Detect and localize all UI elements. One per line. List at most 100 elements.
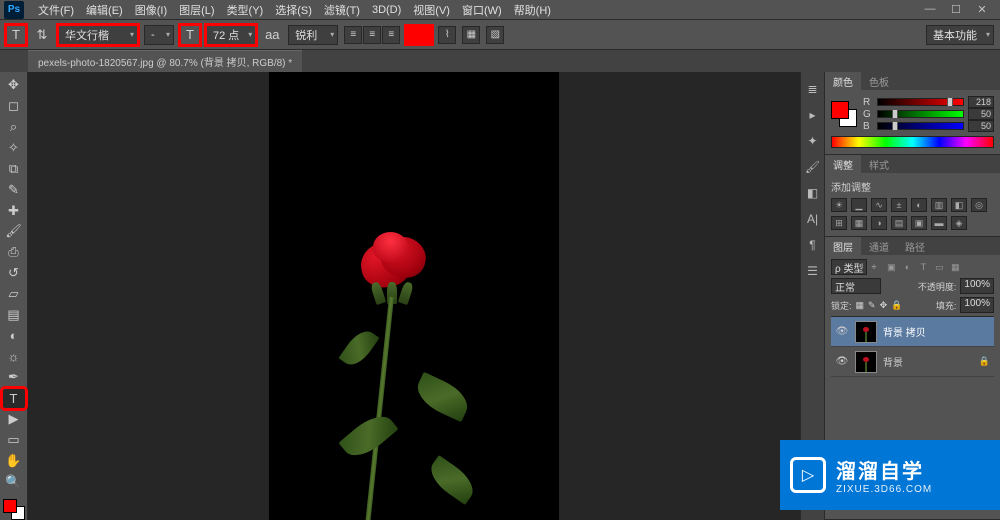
layers-tab[interactable]: 图层 [825,237,861,256]
b-value[interactable]: 50 [968,120,994,132]
text-orientation-icon[interactable]: ⇅ [32,25,52,45]
foreground-background-colors[interactable] [3,499,25,520]
magic-wand-tool[interactable]: ✧ [3,139,25,158]
layer-name[interactable]: 背景 [883,354,903,369]
window-minimize[interactable]: — [922,3,938,16]
adj-hue-icon[interactable]: ▥ [931,198,947,212]
hand-tool[interactable]: ✋ [3,451,25,470]
clone-stamp-tool[interactable]: ⎙ [3,243,25,262]
menu-3d[interactable]: 3D(D) [366,2,407,18]
panel-fgbg-swatch[interactable] [831,101,857,127]
adj-brightness-icon[interactable]: ☀ [831,198,847,212]
font-style-dropdown[interactable]: - [144,25,174,45]
dodge-tool[interactable]: ☼ [3,347,25,366]
adj-selective-color-icon[interactable]: ◈ [951,216,967,230]
info-panel-icon[interactable]: ☰ [804,262,822,280]
lock-position-icon[interactable]: ✥ [880,300,888,311]
path-selection-tool[interactable]: ▶ [3,410,25,429]
lock-transparency-icon[interactable]: ▦ [856,300,865,311]
styles-tab[interactable]: 样式 [861,155,897,174]
eyedropper-tool[interactable]: ✎ [3,180,25,199]
menu-view[interactable]: 视图(V) [407,0,456,20]
font-family-dropdown[interactable]: 华文行楷 [58,25,138,45]
layer-thumbnail[interactable] [855,321,877,343]
adj-curves-icon[interactable]: ∿ [871,198,887,212]
foreground-color[interactable] [3,499,17,513]
filter-type-icon[interactable]: T [916,260,930,274]
brush-presets-icon[interactable]: ◧ [804,184,822,202]
filter-shape-icon[interactable]: ▭ [932,260,946,274]
adjustments-tab[interactable]: 调整 [825,155,861,174]
adj-threshold-icon[interactable]: ▣ [911,216,927,230]
layer-row[interactable]: 👁 背景 拷贝 [831,317,994,347]
filter-adjust-icon[interactable]: ◐ [900,260,914,274]
visibility-toggle[interactable]: 👁 [835,326,849,337]
paragraph-panel-icon[interactable]: ¶ [804,236,822,254]
fill-value[interactable]: 100% [960,297,994,313]
rectangle-tool[interactable]: ▭ [3,431,25,450]
window-maximize[interactable]: ☐ [948,3,964,16]
menu-layer[interactable]: 图层(L) [173,0,220,20]
adj-gradient-map-icon[interactable]: ▬ [931,216,947,230]
eraser-tool[interactable]: ▱ [3,285,25,304]
menu-type[interactable]: 类型(Y) [221,0,270,20]
align-right-button[interactable]: ≡ [382,26,400,44]
opacity-value[interactable]: 100% [960,278,994,294]
adj-photo-filter-icon[interactable]: ◎ [971,198,987,212]
properties-panel-icon[interactable]: ✦ [804,132,822,150]
menu-filter[interactable]: 滤镜(T) [318,0,366,20]
warp-text-button[interactable]: ⌇ [438,26,456,44]
menu-file[interactable]: 文件(F) [32,0,80,20]
align-left-button[interactable]: ≡ [344,26,362,44]
menu-window[interactable]: 窗口(W) [456,0,508,20]
lasso-tool[interactable]: ⌕ [3,118,25,137]
filter-pixel-icon[interactable]: ▣ [884,260,898,274]
layer-name[interactable]: 背景 拷贝 [883,324,926,339]
font-size-dropdown[interactable]: 72 点 [206,25,256,45]
move-tool[interactable]: ✥ [3,76,25,95]
adj-invert-icon[interactable]: ◑ [871,216,887,230]
marquee-tool[interactable]: ◻ [3,97,25,116]
actions-panel-icon[interactable]: ▸ [804,106,822,124]
lock-all-icon[interactable]: 🔒 [891,300,902,311]
document-tab[interactable]: pexels-photo-1820567.jpg @ 80.7% (背景 拷贝,… [28,50,302,72]
blur-tool[interactable]: ◐ [3,326,25,345]
type-tool[interactable]: T [3,389,25,408]
adj-levels-icon[interactable]: ▁ [851,198,867,212]
g-slider[interactable] [877,110,964,118]
gradient-tool[interactable]: ▤ [3,305,25,324]
b-slider[interactable] [877,122,964,130]
history-panel-icon[interactable]: ≣ [804,80,822,98]
text-color-swatch[interactable] [406,26,432,44]
healing-brush-tool[interactable]: ✚ [3,201,25,220]
antialias-dropdown[interactable]: 锐利 [288,25,338,45]
lock-pixels-icon[interactable]: ✎ [868,300,876,311]
character-panel-button[interactable]: ▦ [462,26,480,44]
character-panel-icon[interactable]: A| [804,210,822,228]
align-center-button[interactable]: ≡ [363,26,381,44]
channels-tab[interactable]: 通道 [861,237,897,256]
adj-color-lookup-icon[interactable]: ▦ [851,216,867,230]
adj-vibrance-icon[interactable]: ◐ [911,198,927,212]
canvas-area[interactable] [28,72,800,520]
brush-panel-icon[interactable]: 🖌 [804,158,822,176]
pen-tool[interactable]: ✒ [3,368,25,387]
workspace-dropdown[interactable]: 基本功能 [926,25,994,45]
g-value[interactable]: 50 [968,108,994,120]
layer-row[interactable]: 👁 背景 🔒 [831,347,994,377]
history-brush-tool[interactable]: ↺ [3,264,25,283]
adj-posterize-icon[interactable]: ▤ [891,216,907,230]
layer-filter-kind[interactable]: ρ 类型 [831,259,867,275]
crop-tool[interactable]: ⧉ [3,159,25,178]
menu-help[interactable]: 帮助(H) [508,0,557,20]
tool-preset-icon[interactable]: T [6,25,26,45]
zoom-tool[interactable]: 🔍 [3,472,25,491]
menu-select[interactable]: 选择(S) [269,0,318,20]
adj-exposure-icon[interactable]: ± [891,198,907,212]
visibility-toggle[interactable]: 👁 [835,356,849,367]
layer-thumbnail[interactable] [855,351,877,373]
document-canvas[interactable] [269,72,559,520]
blend-mode-dropdown[interactable]: 正常 [831,278,881,294]
swatches-tab[interactable]: 色板 [861,72,897,91]
r-slider[interactable] [877,98,964,106]
